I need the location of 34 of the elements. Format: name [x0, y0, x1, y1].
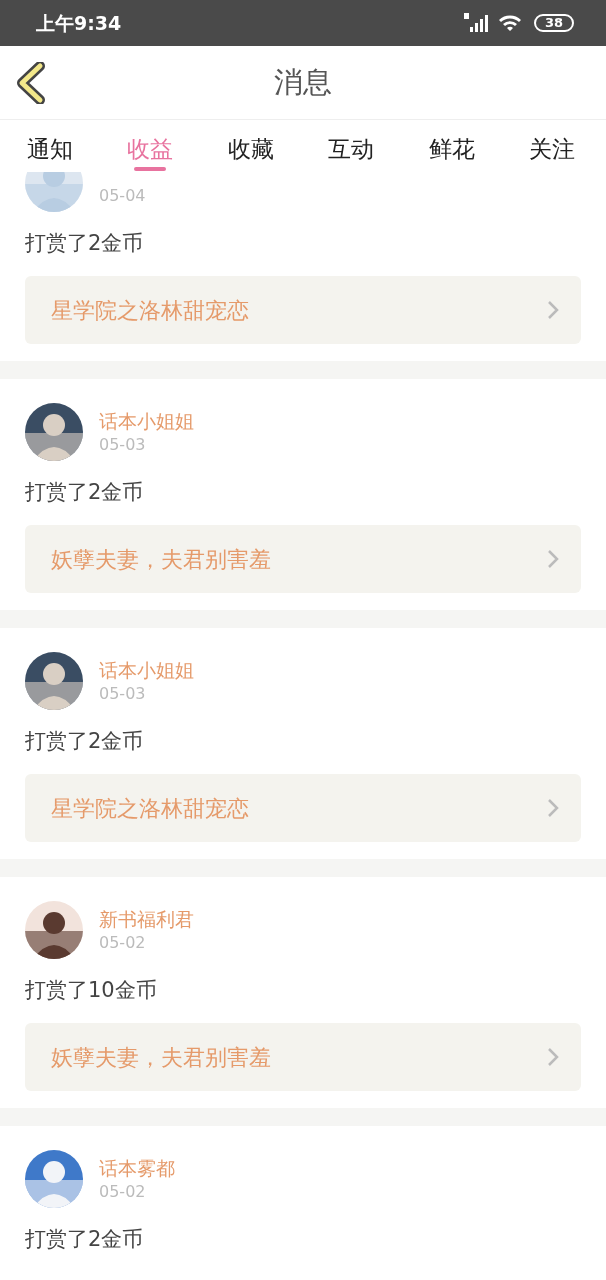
reward-text: 打赏了2金币: [25, 479, 145, 506]
user-name[interactable]: 话本小姐姐: [99, 408, 194, 434]
battery-indicator: 38: [533, 14, 574, 32]
message-date: 05-04: [99, 185, 146, 207]
reward-text: 打赏了2金币: [25, 728, 145, 755]
signal-icon: [463, 13, 490, 33]
chevron-right-icon: [547, 798, 559, 818]
user-name[interactable]: 话本小姐姐: [99, 657, 194, 683]
book-link[interactable]: 妖孽夫妻，夫君别害羞: [25, 525, 581, 593]
user-name[interactable]: 话本雾都: [99, 1155, 175, 1181]
message-date: 05-02: [99, 1181, 147, 1203]
reward-text: 打赏了2金币: [25, 1226, 145, 1253]
tab[interactable]: 收益: [100, 120, 201, 172]
reward-text: 打赏了2金币: [25, 230, 145, 257]
message-date: 05-03: [99, 683, 147, 705]
tab[interactable]: 互动: [301, 120, 402, 172]
message-date: 05-03: [99, 434, 147, 456]
user-name[interactable]: 新书福利君: [99, 906, 194, 932]
tab[interactable]: 收藏: [200, 120, 301, 172]
wifi-icon: [497, 14, 522, 32]
chevron-right-icon: [547, 300, 559, 320]
status-time: 上午9:34: [36, 10, 122, 36]
tab[interactable]: 关注: [501, 120, 602, 172]
page-title: 消息: [274, 63, 332, 101]
book-link[interactable]: 星学院之洛林甜宠恋: [25, 276, 581, 344]
tab[interactable]: 通知: [0, 120, 100, 172]
message-date: 05-02: [99, 932, 147, 954]
chevron-right-icon: [547, 1047, 559, 1067]
chevron-right-icon: [547, 549, 559, 569]
book-link[interactable]: 星学院之洛林甜宠恋: [25, 774, 581, 842]
reward-text: 打赏了10金币: [25, 977, 158, 1004]
book-link[interactable]: 妖孽夫妻，夫君别害羞: [25, 1023, 581, 1091]
tab[interactable]: 鲜花: [401, 120, 502, 172]
back-icon[interactable]: [16, 62, 46, 104]
